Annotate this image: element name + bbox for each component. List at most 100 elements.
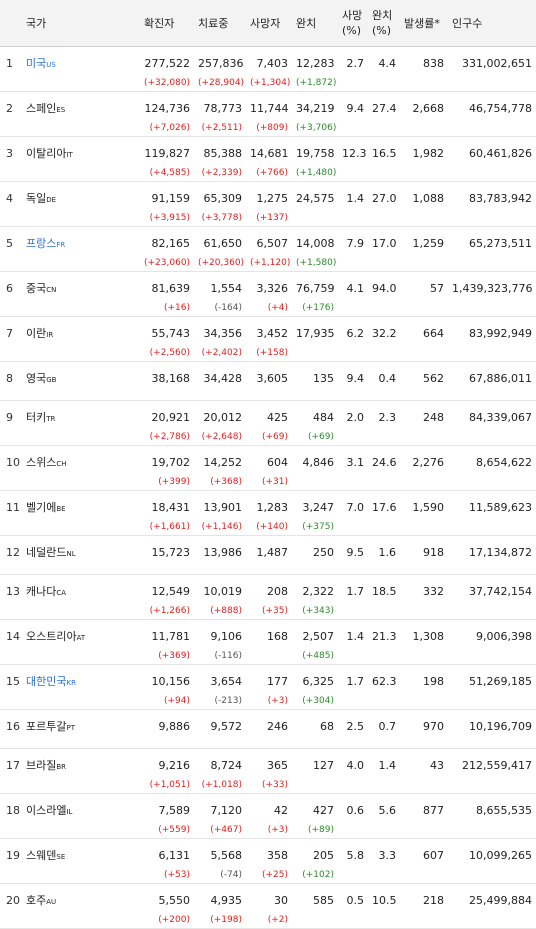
country-name: 네덜란드: [26, 546, 67, 559]
confirmed-value: 277,522: [144, 57, 191, 70]
death-rate-value: 1.4: [346, 630, 365, 643]
rank-cell: 16: [0, 709, 22, 749]
rank-cell: 13: [0, 574, 22, 620]
death-rate-value: 5.8: [346, 849, 365, 862]
incidence-value: 1,590: [412, 501, 445, 514]
header-confirmed-label: 확진자: [144, 16, 175, 30]
population-cell: 67,886,011: [448, 361, 536, 401]
population-value: 331,002,651: [462, 57, 532, 70]
country-link[interactable]: 프랑스: [26, 237, 56, 250]
confirmed-cell: 9,886: [140, 709, 194, 749]
rank-number: 3: [6, 147, 13, 160]
header-death-rate[interactable]: 사망 (%): [338, 0, 368, 47]
rank-cell: 1: [0, 46, 22, 92]
recovery-rate-cell: 1.6: [368, 535, 400, 575]
incidence-cell: 248: [400, 400, 448, 446]
recovered-value: 24,575: [296, 192, 335, 205]
confirmed-cell: 9,216 (+1,051): [140, 748, 194, 794]
rank-number: 11: [6, 501, 20, 514]
treating-value: 20,012: [203, 411, 243, 424]
deaths-delta: (+35): [261, 606, 288, 616]
covid-country-table: 국가 확진자 치료중 사망자 완치 사망 (%) 완치 (%) 발생률* 인구수 1…: [0, 0, 536, 929]
treating-value: 78,773: [203, 102, 243, 115]
country-cell: 캐나다CA: [22, 574, 140, 620]
incidence-cell: 877: [400, 793, 448, 839]
confirmed-delta: (+32,080): [144, 78, 191, 88]
rank-cell: 3: [0, 136, 22, 182]
header-deaths[interactable]: 사망자: [246, 0, 292, 47]
header-death-rate-unit: (%): [342, 24, 362, 37]
country-link[interactable]: 대한민국: [26, 675, 66, 688]
header-recovered[interactable]: 완치: [292, 0, 338, 47]
death-rate-cell: 7.0: [338, 490, 368, 536]
deaths-delta: (+3): [267, 696, 288, 706]
header-confirmed[interactable]: 확진자: [140, 0, 194, 47]
rank-number: 18: [6, 804, 20, 817]
population-cell: 331,002,651: [448, 46, 536, 92]
population-value: 212,559,417: [462, 759, 532, 772]
confirmed-cell: 124,736 (+7,026): [140, 91, 194, 137]
death-rate-cell: 4.1: [338, 271, 368, 317]
recovery-rate-value: 0.4: [378, 372, 397, 385]
confirmed-cell: 38,168: [140, 361, 194, 401]
header-recovery-rate[interactable]: 완치 (%): [368, 0, 400, 47]
recovered-value: 2,322: [302, 585, 335, 598]
confirmed-delta: (+4,585): [149, 168, 190, 178]
country-code: BE: [56, 505, 66, 513]
deaths-value: 208: [267, 585, 288, 598]
header-country[interactable]: 국가: [22, 0, 140, 47]
population-value: 17,134,872: [469, 546, 532, 559]
recovery-rate-cell: 0.4: [368, 361, 400, 401]
incidence-value: 664: [423, 327, 444, 340]
recovered-delta: (+3,706): [296, 123, 337, 133]
deaths-value: 604: [267, 456, 288, 469]
population-cell: 10,196,709: [448, 709, 536, 749]
population-value: 60,461,826: [469, 147, 532, 160]
country-cell: 네덜란드NL: [22, 535, 140, 575]
confirmed-value: 20,921: [151, 411, 191, 424]
incidence-value: 57: [430, 282, 444, 295]
treating-cell: 5,568 (-74): [194, 838, 246, 884]
confirmed-cell: 5,550 (+200): [140, 883, 194, 929]
country-link[interactable]: 미국: [26, 57, 46, 70]
death-rate-value: 2.7: [346, 57, 365, 70]
country-cell: 스웨덴SE: [22, 838, 140, 884]
recovered-value: 17,935: [296, 327, 335, 340]
deaths-value: 7,403: [256, 57, 289, 70]
population-value: 67,886,011: [469, 372, 532, 385]
population-cell: 8,654,622: [448, 445, 536, 491]
treating-value: 13,901: [203, 501, 243, 514]
table-row: 3 이탈리아IT 119,827 (+4,585) 85,388 (+2,339) 14,6…: [0, 136, 536, 182]
treating-delta: (+198): [210, 915, 242, 925]
incidence-cell: 198: [400, 664, 448, 710]
deaths-value: 246: [267, 720, 288, 733]
incidence-value: 1,259: [412, 237, 445, 250]
treating-cell: 34,428: [194, 361, 246, 401]
treating-value: 1,554: [210, 282, 243, 295]
incidence-cell: 1,088: [400, 181, 448, 227]
population-value: 83,783,942: [469, 192, 532, 205]
deaths-value: 3,326: [256, 282, 289, 295]
confirmed-cell: 18,431 (+1,661): [140, 490, 194, 536]
incidence-cell: 562: [400, 361, 448, 401]
country-cell: 호주AU: [22, 883, 140, 929]
death-rate-value: 9.4: [346, 372, 365, 385]
population-cell: 212,559,417: [448, 748, 536, 794]
header-population[interactable]: 인구수: [448, 0, 536, 47]
header-deaths-label: 사망자: [250, 16, 281, 30]
country-name: 이란: [26, 327, 47, 340]
confirmed-delta: (+1,051): [149, 780, 190, 790]
confirmed-cell: 91,159 (+3,915): [140, 181, 194, 227]
recovered-delta: (+343): [302, 606, 334, 616]
table-body: 1 미국US 277,522 (+32,080) 257,836 (+28,904) 7,4…: [0, 46, 536, 929]
recovery-rate-cell: 17.6: [368, 490, 400, 536]
population-value: 51,269,185: [469, 675, 532, 688]
recovery-rate-value: 4.4: [378, 57, 397, 70]
treating-delta: (+2,402): [201, 348, 242, 358]
deaths-value: 3,605: [256, 372, 289, 385]
death-rate-value: 4.0: [346, 759, 365, 772]
header-treating[interactable]: 치료중: [194, 0, 246, 47]
recovery-rate-value: 3.3: [378, 849, 397, 862]
header-incidence[interactable]: 발생률*: [400, 0, 448, 47]
incidence-cell: 1,982: [400, 136, 448, 182]
